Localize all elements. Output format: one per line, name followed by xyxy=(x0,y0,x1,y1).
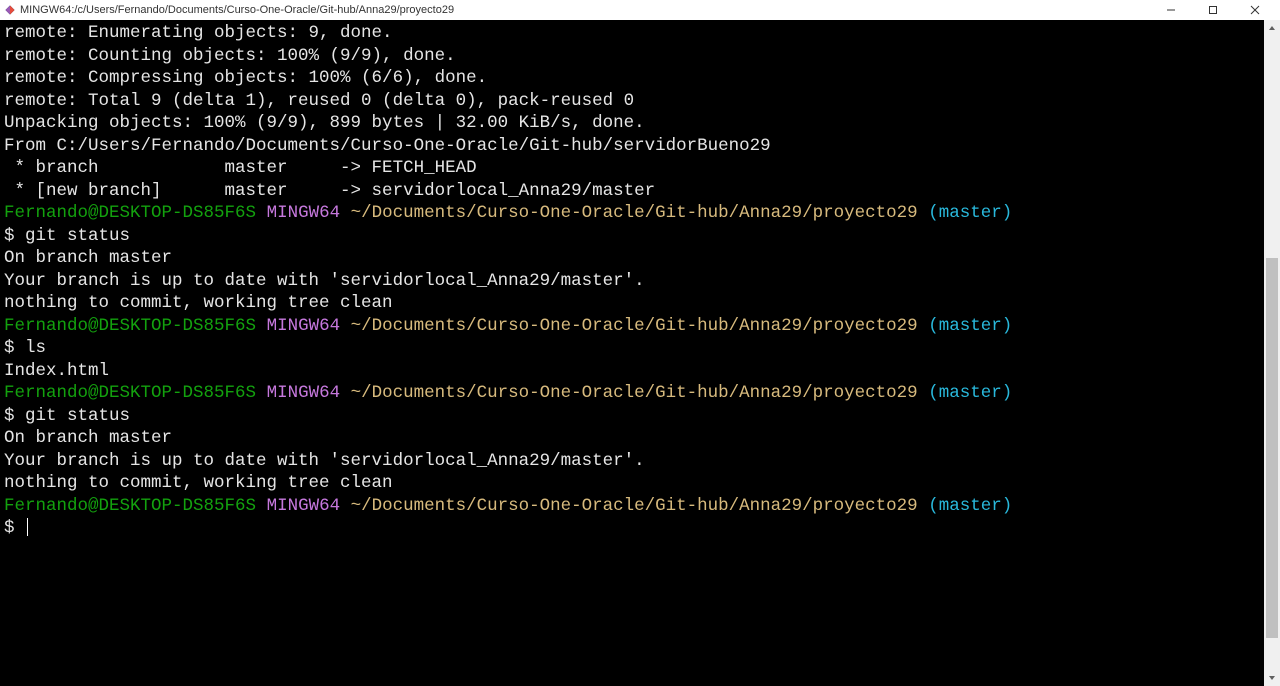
scroll-thumb[interactable] xyxy=(1266,258,1278,638)
terminal-text: remote: Total 9 (delta 1), reused 0 (del… xyxy=(4,91,634,111)
terminal-text xyxy=(918,383,929,403)
terminal-text: (master) xyxy=(928,316,1012,336)
vertical-scrollbar[interactable] xyxy=(1264,20,1280,686)
terminal-line: remote: Total 9 (delta 1), reused 0 (del… xyxy=(4,90,1276,113)
terminal-line: $ git status xyxy=(4,225,1276,248)
window-titlebar: MINGW64:/c/Users/Fernando/Documents/Curs… xyxy=(0,0,1280,20)
terminal-text: ~/Documents/Curso-One-Oracle/Git-hub/Ann… xyxy=(351,383,918,403)
window-title: MINGW64:/c/Users/Fernando/Documents/Curs… xyxy=(20,4,1150,16)
terminal-line: remote: Compressing objects: 100% (6/6),… xyxy=(4,67,1276,90)
terminal-text: (master) xyxy=(928,496,1012,516)
terminal-text xyxy=(918,496,929,516)
terminal-line: Your branch is up to date with 'servidor… xyxy=(4,270,1276,293)
terminal-line: Index.html xyxy=(4,360,1276,383)
terminal-line: $ ls xyxy=(4,337,1276,360)
terminal-text: * [new branch] master -> servidorlocal_A… xyxy=(4,181,655,201)
scroll-down-arrow[interactable] xyxy=(1264,670,1280,686)
terminal-text: Fernando@DESKTOP-DS85F6S xyxy=(4,383,256,403)
terminal-text xyxy=(340,203,351,223)
terminal-text: remote: Counting objects: 100% (9/9), do… xyxy=(4,46,456,66)
close-button[interactable] xyxy=(1234,0,1276,20)
terminal-line: * [new branch] master -> servidorlocal_A… xyxy=(4,180,1276,203)
terminal-text: $ git status xyxy=(4,406,130,426)
terminal-line: From C:/Users/Fernando/Documents/Curso-O… xyxy=(4,135,1276,158)
terminal-text: Fernando@DESKTOP-DS85F6S xyxy=(4,203,256,223)
terminal-text: MINGW64 xyxy=(267,203,341,223)
terminal-text: ~/Documents/Curso-One-Oracle/Git-hub/Ann… xyxy=(351,496,918,516)
terminal-line: $ git status xyxy=(4,405,1276,428)
terminal-text: ~/Documents/Curso-One-Oracle/Git-hub/Ann… xyxy=(351,316,918,336)
scroll-up-arrow[interactable] xyxy=(1264,20,1280,36)
terminal-text: remote: Compressing objects: 100% (6/6),… xyxy=(4,68,487,88)
terminal-line: Fernando@DESKTOP-DS85F6S MINGW64 ~/Docum… xyxy=(4,315,1276,338)
terminal-text: $ xyxy=(4,518,25,538)
terminal-text xyxy=(256,496,267,516)
terminal-line: nothing to commit, working tree clean xyxy=(4,292,1276,315)
terminal-text: Fernando@DESKTOP-DS85F6S xyxy=(4,316,256,336)
terminal-text: (master) xyxy=(928,383,1012,403)
maximize-button[interactable] xyxy=(1192,0,1234,20)
terminal-text xyxy=(918,316,929,336)
minimize-button[interactable] xyxy=(1150,0,1192,20)
terminal-text xyxy=(918,203,929,223)
terminal-line: On branch master xyxy=(4,247,1276,270)
terminal-line: Fernando@DESKTOP-DS85F6S MINGW64 ~/Docum… xyxy=(4,495,1276,518)
scroll-track[interactable] xyxy=(1264,36,1280,670)
terminal-text: Your branch is up to date with 'servidor… xyxy=(4,451,645,471)
terminal-line: remote: Counting objects: 100% (9/9), do… xyxy=(4,45,1276,68)
terminal-text: Your branch is up to date with 'servidor… xyxy=(4,271,645,291)
terminal-text xyxy=(256,316,267,336)
terminal-text: ~/Documents/Curso-One-Oracle/Git-hub/Ann… xyxy=(351,203,918,223)
terminal-line: Unpacking objects: 100% (9/9), 899 bytes… xyxy=(4,112,1276,135)
terminal-line: On branch master xyxy=(4,427,1276,450)
terminal-line: $ xyxy=(4,517,1276,540)
terminal-text: MINGW64 xyxy=(267,496,341,516)
terminal-line: nothing to commit, working tree clean xyxy=(4,472,1276,495)
terminal-text: MINGW64 xyxy=(267,316,341,336)
terminal-line: Fernando@DESKTOP-DS85F6S MINGW64 ~/Docum… xyxy=(4,202,1276,225)
terminal-line: Your branch is up to date with 'servidor… xyxy=(4,450,1276,473)
terminal-output[interactable]: remote: Enumerating objects: 9, done. rem… xyxy=(0,20,1280,686)
terminal-text xyxy=(340,383,351,403)
terminal-text: From C:/Users/Fernando/Documents/Curso-O… xyxy=(4,136,771,156)
window-controls xyxy=(1150,0,1276,20)
terminal-cursor xyxy=(27,518,28,536)
terminal-text: $ ls xyxy=(4,338,46,358)
terminal-text: MINGW64 xyxy=(267,383,341,403)
terminal-text xyxy=(256,203,267,223)
terminal-text: Fernando@DESKTOP-DS85F6S xyxy=(4,496,256,516)
terminal-line: * branch master -> FETCH_HEAD xyxy=(4,157,1276,180)
terminal-text xyxy=(256,383,267,403)
terminal-line: Fernando@DESKTOP-DS85F6S MINGW64 ~/Docum… xyxy=(4,382,1276,405)
terminal-text: (master) xyxy=(928,203,1012,223)
terminal-text: On branch master xyxy=(4,248,172,268)
terminal-text: Unpacking objects: 100% (9/9), 899 bytes… xyxy=(4,113,645,133)
terminal-text xyxy=(340,316,351,336)
terminal-text: Index.html xyxy=(4,361,109,381)
terminal-text: On branch master xyxy=(4,428,172,448)
terminal-text: remote: Enumerating objects: 9, done. xyxy=(4,23,393,43)
terminal-text xyxy=(340,496,351,516)
terminal-text: $ git status xyxy=(4,226,130,246)
terminal-text: nothing to commit, working tree clean xyxy=(4,293,393,313)
app-icon xyxy=(4,4,16,16)
terminal-text: * branch master -> FETCH_HEAD xyxy=(4,158,477,178)
terminal-text: nothing to commit, working tree clean xyxy=(4,473,393,493)
terminal-line: remote: Enumerating objects: 9, done. xyxy=(4,22,1276,45)
